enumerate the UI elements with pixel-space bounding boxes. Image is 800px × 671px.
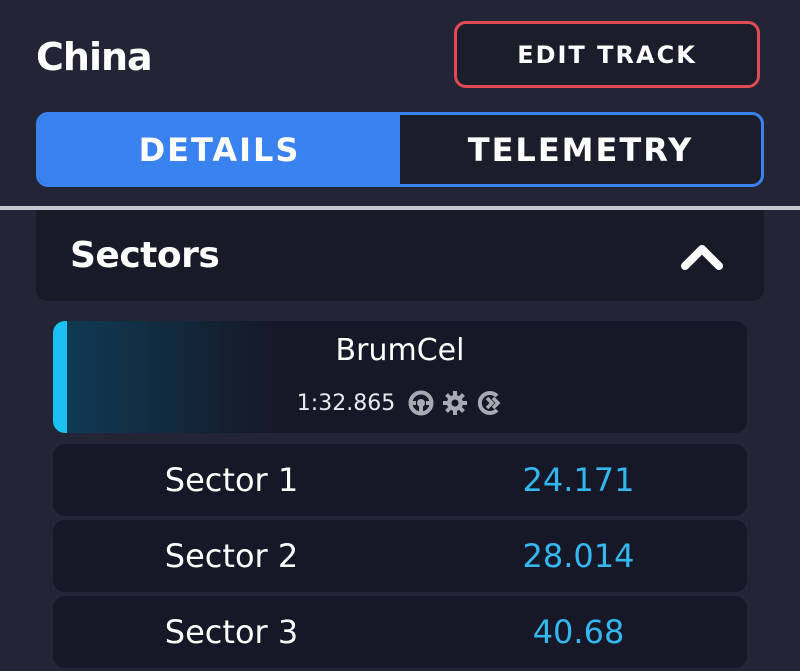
sector-time: 28.014	[522, 537, 635, 575]
tab-bar: DETAILS TELEMETRY	[36, 112, 764, 187]
page-title: China	[36, 35, 153, 79]
sector-row-1: Sector 1 24.171	[53, 444, 747, 516]
lap-info: 1:32.865	[53, 389, 747, 417]
steering-wheel-icon	[407, 389, 435, 417]
assist-icons	[407, 389, 503, 417]
sector-name: Sector 2	[164, 537, 299, 575]
lap-time: 1:32.865	[296, 390, 396, 416]
sector-row-3: Sector 3 40.68	[53, 596, 747, 668]
edit-track-button[interactable]: EDIT TRACK	[454, 21, 760, 88]
sector-name: Sector 1	[164, 461, 299, 499]
sector-time: 40.68	[532, 613, 625, 651]
tab-details[interactable]: DETAILS	[39, 115, 400, 184]
chevron-up-icon[interactable]	[680, 241, 724, 271]
sector-row-2: Sector 2 28.014	[53, 520, 747, 592]
sectors-panel-header[interactable]: Sectors	[36, 210, 764, 301]
gear-icon	[441, 389, 469, 417]
sector-time: 24.171	[522, 461, 635, 499]
tab-telemetry[interactable]: TELEMETRY	[400, 115, 761, 184]
driver-name: BrumCel	[335, 333, 465, 368]
sector-name: Sector 3	[164, 613, 299, 651]
sectors-title: Sectors	[70, 235, 220, 276]
lap-card[interactable]: BrumCel 1:32.865	[53, 321, 747, 433]
traction-control-icon	[475, 389, 503, 417]
